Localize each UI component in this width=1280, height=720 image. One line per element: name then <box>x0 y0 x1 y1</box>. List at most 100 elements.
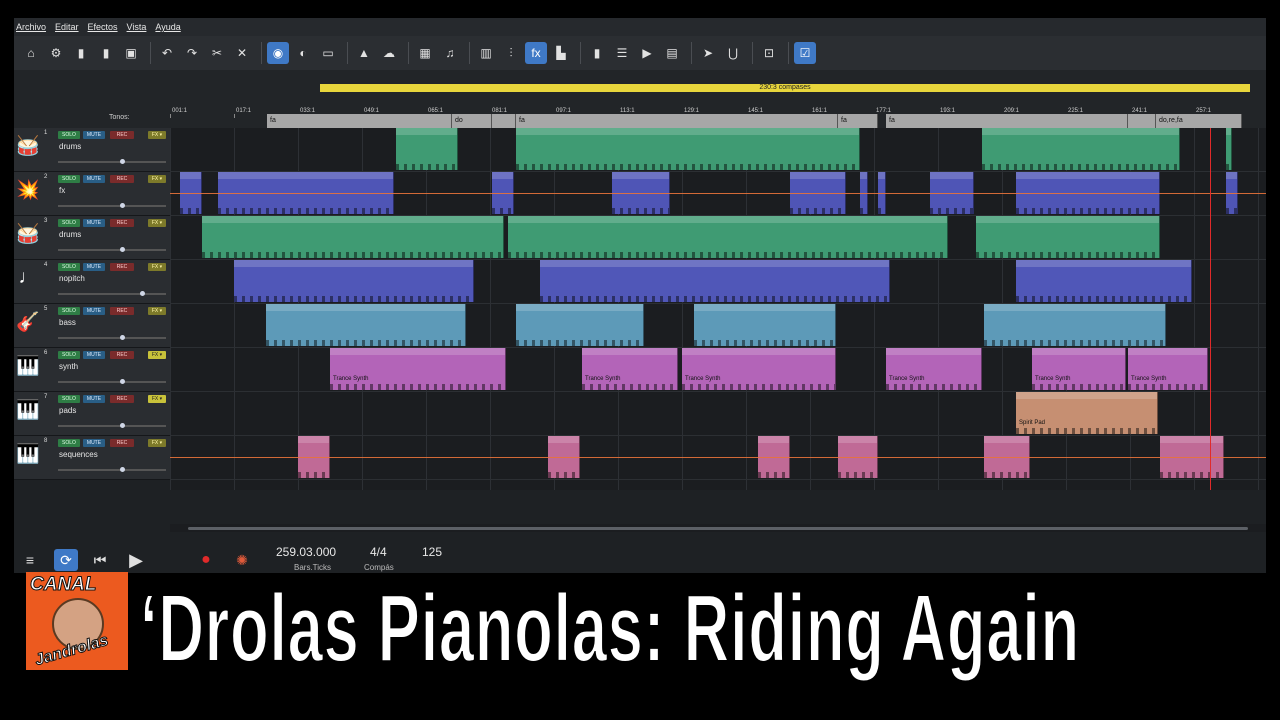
scrollbar-thumb[interactable] <box>188 527 1248 530</box>
mute-button[interactable]: MUTE <box>83 131 105 139</box>
solo-button[interactable]: SOLO <box>58 131 80 139</box>
file-icon[interactable]: ▮ <box>70 42 92 64</box>
fx-button[interactable]: FX ▾ <box>148 351 166 359</box>
track-lane-bass[interactable] <box>170 304 1266 348</box>
rec-button[interactable]: REC <box>110 439 134 447</box>
clip[interactable] <box>516 128 860 170</box>
volume-slider[interactable] <box>58 379 166 384</box>
file-icon[interactable]: ▮ <box>95 42 117 64</box>
track-header-drums[interactable]: 🥁 1 SOLO MUTE REC FX ▾ drums <box>14 128 170 172</box>
mute-button[interactable]: MUTE <box>83 395 105 403</box>
track-lane-pads[interactable]: Spirit Pad <box>170 392 1266 436</box>
track-header-synth[interactable]: 🎹 6 SOLO MUTE REC FX ▾ synth <box>14 348 170 392</box>
keyboard-icon[interactable]: 🎹 <box>16 442 40 466</box>
track-lane-sequences[interactable] <box>170 436 1266 480</box>
clip[interactable] <box>266 304 466 346</box>
bag-icon[interactable]: ▲ <box>353 42 375 64</box>
chord-block[interactable] <box>1128 114 1156 128</box>
track-lane-fx[interactable] <box>170 172 1266 216</box>
chord-block[interactable]: do <box>452 114 492 128</box>
song-length-bar[interactable]: 230:3 compases <box>320 84 1250 92</box>
clip[interactable]: Trance Synth <box>1032 348 1126 390</box>
chord-block[interactable]: do,re,fa <box>1156 114 1242 128</box>
chord-block[interactable]: fa <box>516 114 838 128</box>
clip[interactable]: Trance Synth <box>886 348 982 390</box>
mute-button[interactable]: MUTE <box>83 439 105 447</box>
list-icon[interactable]: ☰ <box>611 42 633 64</box>
clip[interactable]: Trance Synth <box>1128 348 1208 390</box>
menu-item-editar[interactable]: Editar <box>55 22 79 32</box>
rec-button[interactable]: REC <box>110 131 134 139</box>
cloud-upload-icon[interactable]: ☁ <box>378 42 400 64</box>
fx-icon[interactable]: fx <box>525 42 547 64</box>
track-header-fx[interactable]: 💥 2 SOLO MUTE REC FX ▾ fx <box>14 172 170 216</box>
rewind-icon[interactable]: ⏮ <box>88 549 112 571</box>
track-header-sequences[interactable]: 🎹 8 SOLO MUTE REC FX ▾ sequences <box>14 436 170 480</box>
volume-slider-knob[interactable] <box>120 423 125 428</box>
pointer-icon[interactable]: ➤ <box>697 42 719 64</box>
track-name[interactable]: drums <box>59 230 81 239</box>
save-icon[interactable]: ▣ <box>120 42 142 64</box>
track-name[interactable]: pads <box>59 406 76 415</box>
mute-button[interactable]: MUTE <box>83 263 105 271</box>
track-name[interactable]: sequences <box>59 450 98 459</box>
mute-button[interactable]: MUTE <box>83 219 105 227</box>
mute-button[interactable]: MUTE <box>83 307 105 315</box>
checkbox-icon[interactable]: ☑ <box>794 42 816 64</box>
volume-slider-knob[interactable] <box>120 467 125 472</box>
volume-slider[interactable] <box>58 203 166 208</box>
track-lane-synth[interactable]: Trance Synth Trance Synth Trance Synth Tran… <box>170 348 1266 392</box>
volume-slider[interactable] <box>58 335 166 340</box>
columns-icon[interactable]: ▤ <box>661 42 683 64</box>
loop-icon[interactable]: ⟳ <box>54 549 78 571</box>
music-note-icon[interactable]: ♫ <box>439 42 461 64</box>
track-header-nopitch[interactable]: ♩ 4 SOLO MUTE REC FX ▾ nopitch <box>14 260 170 304</box>
track-header-bass[interactable]: 🎸 5 SOLO MUTE REC FX ▾ bass <box>14 304 170 348</box>
grid-icon[interactable]: ▦ <box>414 42 436 64</box>
clip[interactable] <box>1016 260 1192 302</box>
volume-slider[interactable] <box>58 291 166 296</box>
disc-icon[interactable]: ◐ <box>292 42 314 64</box>
clip[interactable] <box>202 216 504 258</box>
menu-item-archivo[interactable]: Archivo <box>16 22 46 32</box>
arrangement-lanes[interactable]: Trance Synth Trance Synth Trance Synth Tran… <box>170 128 1266 490</box>
rec-button[interactable]: REC <box>110 307 134 315</box>
track-header-pads[interactable]: 🎹 7 SOLO MUTE REC FX ▾ pads <box>14 392 170 436</box>
video-icon[interactable]: ▶ <box>636 42 658 64</box>
track-name[interactable]: bass <box>59 318 76 327</box>
timeline[interactable]: Tonos: 001:1 017:1 033:1 049:1 065:1 081:1 097… <box>14 108 1266 128</box>
fx-button[interactable]: FX ▾ <box>148 175 166 183</box>
fx-button[interactable]: FX ▾ <box>148 131 166 139</box>
rec-button[interactable]: REC <box>110 175 134 183</box>
clip[interactable]: Trance Synth <box>582 348 678 390</box>
fx-button[interactable]: FX ▾ <box>148 219 166 227</box>
record-marker-icon[interactable]: ◉ <box>267 42 289 64</box>
solo-button[interactable]: SOLO <box>58 439 80 447</box>
chord-block[interactable]: fa <box>267 114 452 128</box>
scissors-icon[interactable]: ✂ <box>206 42 228 64</box>
redo-icon[interactable]: ↷ <box>181 42 203 64</box>
chord-block[interactable]: fa <box>838 114 878 128</box>
solo-button[interactable]: SOLO <box>58 263 80 271</box>
rec-button[interactable]: REC <box>110 351 134 359</box>
track-name[interactable]: nopitch <box>59 274 85 283</box>
solo-button[interactable]: SOLO <box>58 219 80 227</box>
volume-slider[interactable] <box>58 247 166 252</box>
chord-block[interactable]: fa <box>886 114 1128 128</box>
track-lane-drums[interactable] <box>170 128 1266 172</box>
clip[interactable] <box>982 128 1180 170</box>
folder-icon[interactable]: ▭ <box>317 42 339 64</box>
fx-button[interactable]: FX ▾ <box>148 263 166 271</box>
mute-button[interactable]: MUTE <box>83 351 105 359</box>
volume-slider-knob[interactable] <box>120 159 125 164</box>
guitar-icon[interactable]: 🎸 <box>16 310 40 334</box>
drum-icon[interactable]: 🥁 <box>16 222 40 246</box>
mixer-icon[interactable]: ⫶ <box>500 42 522 64</box>
volume-slider[interactable] <box>58 423 166 428</box>
menu-item-ayuda[interactable]: Ayuda <box>155 22 180 32</box>
bars-icon[interactable]: ▮ <box>586 42 608 64</box>
home-icon[interactable]: ⌂ <box>20 42 42 64</box>
keyboard-icon[interactable]: 🎹 <box>16 398 40 422</box>
clip[interactable] <box>396 128 458 170</box>
track-lane-drums[interactable] <box>170 216 1266 260</box>
